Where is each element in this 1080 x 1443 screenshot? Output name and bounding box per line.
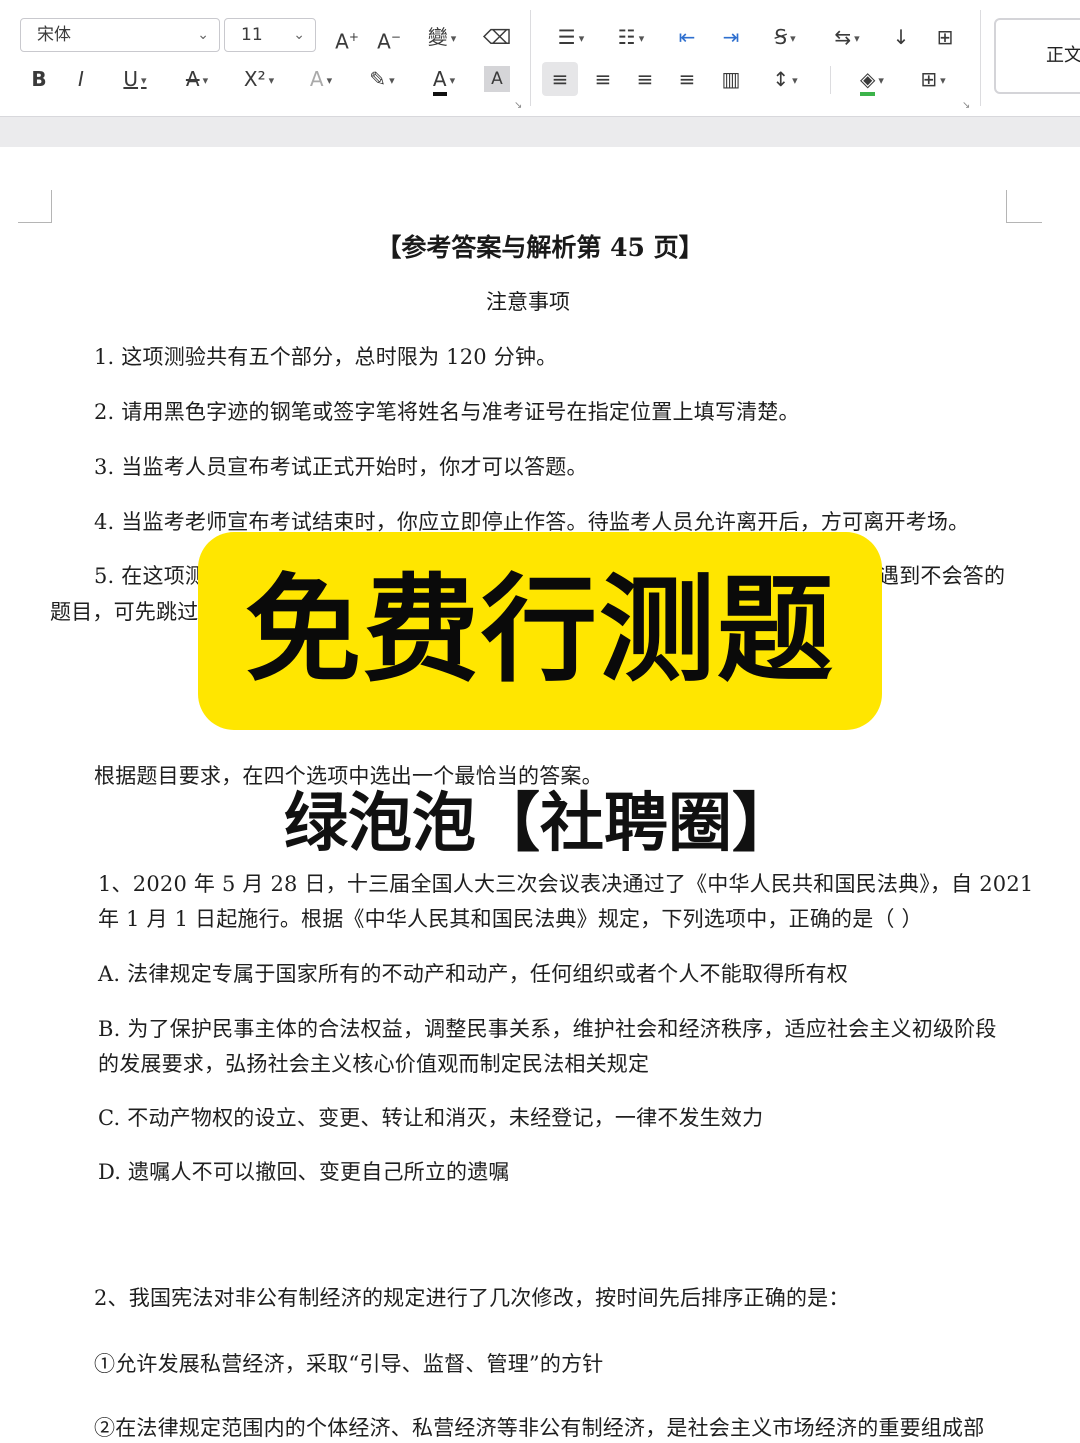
group-divider	[980, 10, 981, 106]
chevron-down-icon[interactable]: ⌄	[293, 19, 305, 51]
distribute-icon[interactable]: ▥	[716, 62, 746, 96]
notice-item-5-end: 遇到不会答的	[878, 564, 1006, 588]
align-right-icon[interactable]: ≡	[630, 62, 660, 96]
justify-icon[interactable]: ≡	[672, 62, 702, 96]
superscript-icon[interactable]: X² ▾	[236, 62, 282, 96]
style-normal-label: 正文	[1046, 45, 1080, 66]
group-divider	[530, 10, 531, 106]
crop-mark	[1006, 190, 1007, 223]
increase-indent-icon[interactable]: ⇥	[716, 20, 746, 54]
sort-icon[interactable]: ↓	[886, 20, 916, 54]
phonetic-guide-icon[interactable]: 變 ▾	[418, 20, 466, 54]
option-b-line-2: 的发展要求，弘扬社会主义核心价值观而制定民法相关规定	[98, 1052, 650, 1076]
crop-mark	[1006, 222, 1042, 223]
italic-icon[interactable]: I	[68, 62, 94, 96]
bullets-icon[interactable]: ☰ ▾	[548, 20, 594, 54]
shading-icon[interactable]: ◈ ▾	[848, 62, 896, 96]
page-title: 【参考答案与解析第 45 页】	[376, 233, 704, 262]
borders-icon[interactable]: ⊞ ▾	[910, 62, 956, 96]
highlight-icon[interactable]: ✎ ▾	[358, 62, 406, 96]
notice-item: 1. 这项测验共有五个部分，总时限为 120 分钟。	[94, 345, 558, 369]
chevron-down-icon[interactable]: ⌄	[197, 19, 209, 51]
ribbon-toolbar: 宋体 ⌄ 11 ⌄ A+ A− 變 ▾ ⌫ B I U ▾ A ▾ X² ▾ A ▾ ✎ ▾…	[0, 0, 1080, 116]
promo-banner-text: 免费行测题	[245, 563, 835, 698]
shrink-font-icon[interactable]: A−	[372, 20, 406, 54]
clear-format-icon[interactable]: ⌫	[480, 20, 514, 54]
font-name-select[interactable]: 宋体 ⌄	[20, 18, 220, 52]
paragraph-dialog-launcher-icon[interactable]: ↘	[962, 100, 970, 111]
notice-item-5-start: 5. 在这项测	[94, 564, 207, 588]
notice-item: 2. 请用黑色字迹的钢笔或签字笔将姓名与准考证号在指定位置上填写清楚。	[94, 400, 800, 424]
decrease-indent-icon[interactable]: ⇤	[672, 20, 702, 54]
notice-item-5-line2: 题目，可先跳过	[50, 600, 199, 624]
option-b-line-1: B. 为了保护民事主体的合法权益，调整民事关系，维护社会和经济秩序，适应社会主义…	[98, 1017, 997, 1041]
option-a: A. 法律规定专属于国家所有的不动产和动产，任何组织或者个人不能取得所有权	[98, 962, 848, 986]
strikethrough-icon[interactable]: A ▾	[174, 62, 220, 96]
crop-mark	[51, 190, 52, 223]
group-divider	[830, 66, 831, 94]
style-normal-preview[interactable]: 正文	[994, 18, 1080, 94]
line-spacing-ab-icon[interactable]: ⇆ ▾	[824, 20, 870, 54]
char-shading-icon[interactable]: A	[484, 66, 510, 92]
font-size-value: 11	[241, 25, 263, 45]
notice-item: 3. 当监考人员宣布考试正式开始时，你才可以答题。	[94, 455, 588, 479]
promo-banner: 免费行测题	[198, 532, 882, 730]
underline-icon[interactable]: U ▾	[112, 62, 158, 96]
watermark-text: 绿泡泡【社聘圈】	[284, 787, 796, 861]
bold-icon[interactable]: B	[26, 62, 52, 96]
font-name-value: 宋体	[37, 25, 71, 45]
font-color-icon[interactable]: A ▾	[420, 62, 468, 96]
show-marks-icon[interactable]: ⊞	[930, 20, 960, 54]
font-size-select[interactable]: 11 ⌄	[224, 18, 316, 52]
notice-heading: 注意事项	[486, 290, 570, 314]
ruler-strip	[0, 116, 1080, 147]
crop-mark	[18, 222, 52, 223]
font-dialog-launcher-icon[interactable]: ↘	[514, 100, 522, 111]
text-direction-icon[interactable]: Ꞩ ▾	[762, 20, 808, 54]
align-left-icon[interactable]: ≡	[542, 62, 578, 96]
question-2-item-1: ①允许发展私营经济，采取“引导、监督、管理”的方针	[94, 1352, 604, 1376]
option-c: C. 不动产物权的设立、变更、转让和消灭，未经登记，一律不发生效力	[98, 1106, 764, 1130]
align-center-icon[interactable]: ≡	[588, 62, 618, 96]
line-spacing-icon[interactable]: ↕ ▾	[762, 62, 808, 96]
question-2-line-1: 2、我国宪法对非公有制经济的规定进行了几次修改，按时间先后排序正确的是：	[94, 1286, 850, 1310]
question-1-line-1: 1、2020 年 5 月 28 日，十三届全国人大三次会议表决通过了《中华人民共…	[98, 872, 1034, 896]
option-d: D. 遗嘱人不可以撤回、变更自己所立的遗嘱	[98, 1160, 510, 1184]
question-1-line-2: 年 1 月 1 日起施行。根据《中华人民其和国民法典》规定，下列选项中，正确的是…	[98, 907, 923, 931]
question-2-item-2: ②在法律规定范围内的个体经济、私营经济等非公有制经济，是社会主义市场经济的重要组…	[94, 1416, 985, 1440]
numbering-icon[interactable]: ☷ ▾	[608, 20, 654, 54]
text-effect-icon[interactable]: A ▾	[298, 62, 344, 96]
grow-font-icon[interactable]: A+	[330, 20, 364, 54]
